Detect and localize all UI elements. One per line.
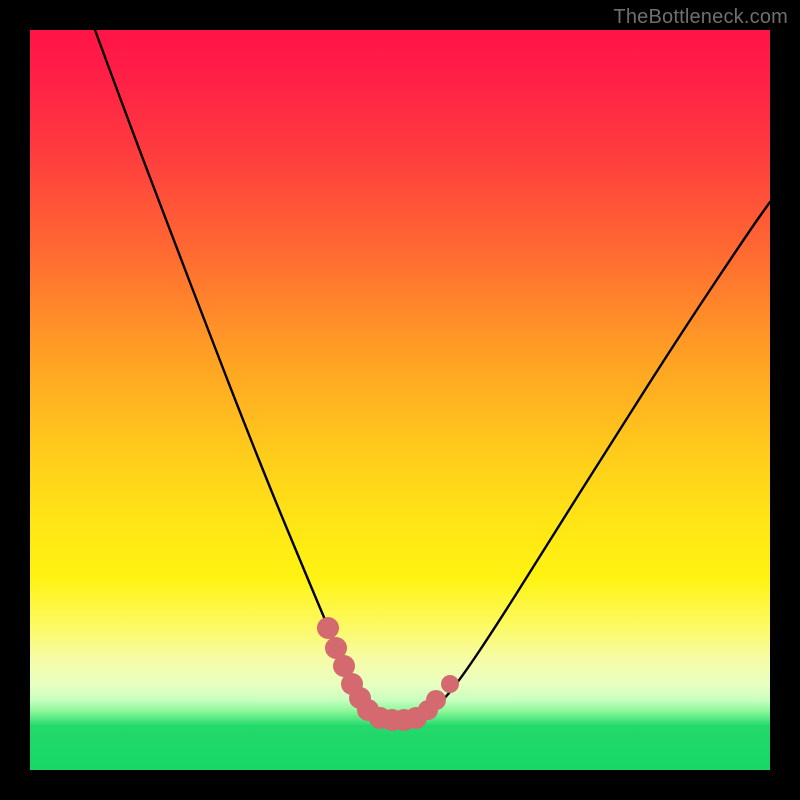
marker-layer: [317, 617, 459, 731]
bottleneck-curve: [95, 30, 770, 722]
pink-segment-left: [317, 617, 339, 639]
pink-segment-right: [426, 690, 446, 710]
pink-dot-right: [441, 675, 459, 693]
chart-frame: TheBottleneck.com: [0, 0, 800, 800]
plot-area: [30, 30, 770, 770]
curve-layer: [30, 30, 770, 770]
watermark-text: TheBottleneck.com: [613, 6, 788, 29]
